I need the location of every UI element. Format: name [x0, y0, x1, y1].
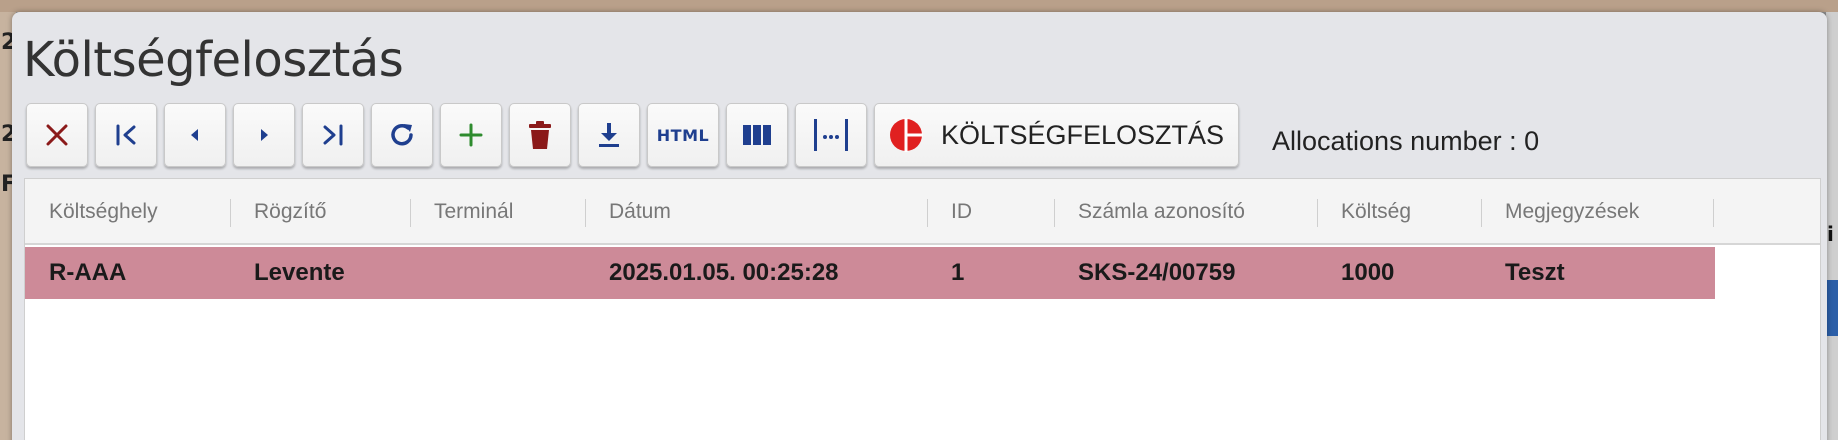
- toolbar: HTML KÖLTSÉGFELOSZTÁS: [26, 102, 1240, 168]
- column-header-invoice-id[interactable]: Számla azonosító: [1054, 179, 1245, 245]
- cell-recorder: Levente: [254, 259, 345, 286]
- table-row[interactable]: R-AAA Levente 2025.01.05. 00:25:28 1 SKS…: [25, 247, 1715, 299]
- last-page-icon: [323, 124, 343, 146]
- next-record-button[interactable]: [233, 103, 295, 167]
- download-button[interactable]: [578, 103, 640, 167]
- background-app-right-edge: i: [1826, 12, 1838, 440]
- refresh-icon: [391, 123, 413, 146]
- html-icon: HTML: [656, 125, 710, 145]
- previous-icon: [191, 129, 198, 141]
- next-icon: [261, 129, 268, 141]
- background-app-header: [0, 0, 1838, 12]
- last-record-button[interactable]: [302, 103, 364, 167]
- add-button[interactable]: [440, 103, 502, 167]
- refresh-button[interactable]: [371, 103, 433, 167]
- first-record-button[interactable]: [95, 103, 157, 167]
- first-page-icon: [116, 124, 136, 146]
- column-header-cost-center[interactable]: Költséghely: [25, 179, 158, 245]
- column-header-notes[interactable]: Megjegyzések: [1481, 179, 1639, 245]
- allocations-count: Allocations number : 0: [1272, 126, 1540, 156]
- cell-terminal: [410, 247, 434, 299]
- column-header-recorder[interactable]: Rögzítő: [230, 179, 326, 245]
- previous-record-button[interactable]: [164, 103, 226, 167]
- trash-icon: [529, 121, 551, 149]
- column-header-cost[interactable]: Költség: [1317, 179, 1411, 245]
- cell-invoice-id: SKS-24/00759: [1078, 259, 1236, 286]
- table-header: Költséghely Rögzítő Terminál Dátum ID Sz…: [25, 179, 1820, 245]
- column-header-id[interactable]: ID: [927, 179, 972, 245]
- cell-notes: Teszt: [1505, 259, 1565, 286]
- cell-date: 2025.01.05. 00:25:28: [609, 259, 839, 286]
- close-button[interactable]: [26, 103, 88, 167]
- pie-chart-icon: [890, 118, 923, 152]
- html-export-button[interactable]: HTML: [647, 103, 719, 167]
- cell-cost-center: R-AAA: [49, 259, 127, 286]
- download-icon: [599, 123, 619, 147]
- delete-button[interactable]: [509, 103, 571, 167]
- cell-cost: 1000: [1341, 259, 1395, 286]
- column-header-date[interactable]: Dátum: [585, 179, 671, 245]
- fit-width-icon: [814, 119, 848, 151]
- cost-allocation-dialog: Költségfelosztás HTML KÖLTSÉGFELOSZTÁS A…: [12, 12, 1827, 440]
- background-blue-tab: [1826, 280, 1838, 336]
- fit-width-button[interactable]: [795, 103, 867, 167]
- report-button-label: KÖLTSÉGFELOSZTÁS: [941, 119, 1225, 150]
- columns-button[interactable]: [726, 103, 788, 167]
- cost-allocation-report-button[interactable]: KÖLTSÉGFELOSZTÁS: [874, 103, 1240, 167]
- close-icon: [46, 124, 68, 146]
- columns-icon: [743, 125, 771, 145]
- column-header-terminal[interactable]: Terminál: [410, 179, 513, 245]
- cell-id: 1: [951, 259, 965, 286]
- dialog-title: Költségfelosztás: [23, 32, 404, 88]
- plus-icon: [459, 123, 483, 147]
- column-divider[interactable]: [1713, 199, 1714, 227]
- allocation-table: Költséghely Rögzítő Terminál Dátum ID Sz…: [24, 178, 1821, 440]
